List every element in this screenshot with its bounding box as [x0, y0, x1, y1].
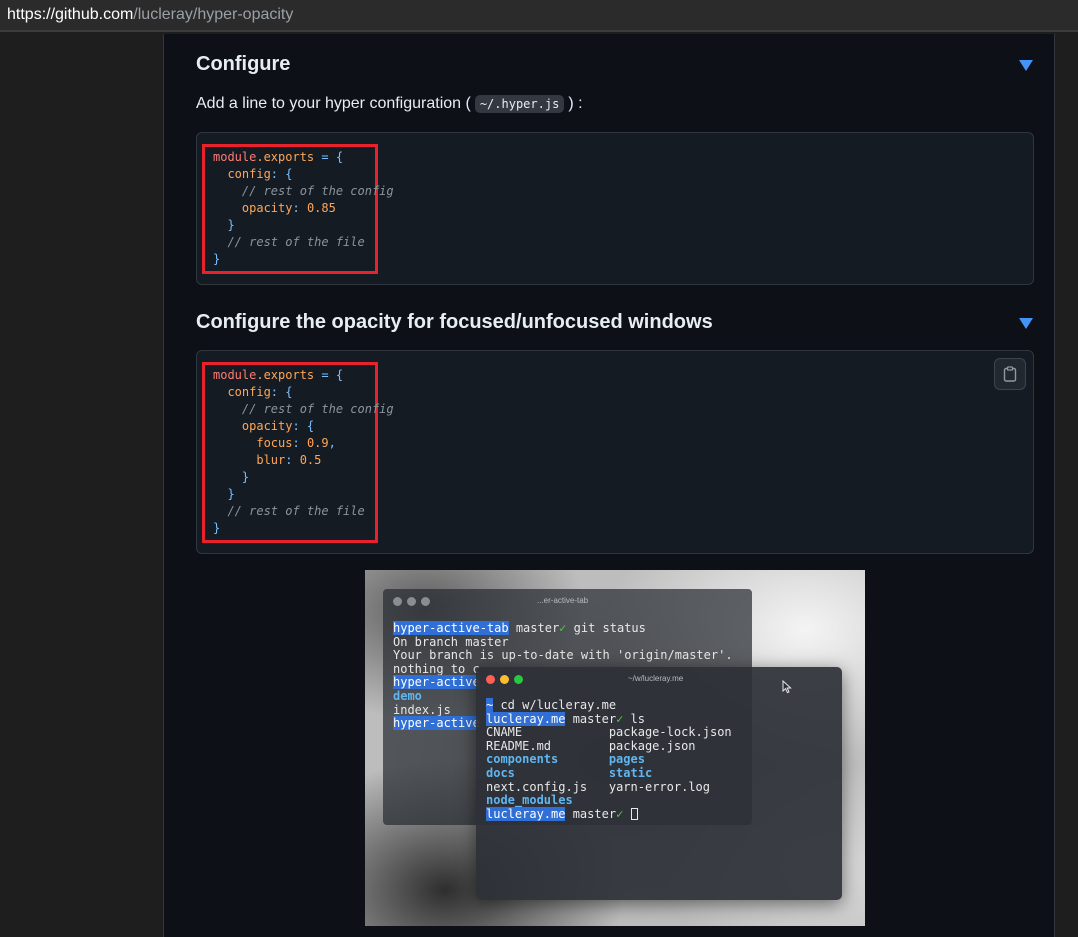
window-dot: [421, 597, 430, 606]
front-terminal-output: ~ cd w/lucleray.me lucleray.me master✓ l…: [486, 698, 732, 821]
url-path: /lucleray/hyper-opacity: [133, 6, 294, 23]
collapse-triangle-icon[interactable]: [1019, 318, 1033, 329]
code-line: }: [213, 487, 235, 501]
left-gutter: [0, 34, 164, 937]
maximize-dot-icon: [514, 675, 523, 684]
close-dot-icon: [486, 675, 495, 684]
inline-code-hyper-js: ~/.hyper.js: [474, 95, 565, 113]
window-dot: [393, 597, 402, 606]
section-heading-configure: Configure: [196, 53, 291, 75]
code-comment: // rest of the config: [213, 184, 394, 198]
code-comment: // rest of the file: [213, 504, 365, 518]
code-line: }: [213, 218, 235, 232]
paragraph-text-after: ) :: [568, 95, 583, 112]
code-comment: // rest of the file: [213, 235, 365, 249]
url-protocol: https://: [7, 6, 56, 23]
code-line: opacity: 0.85: [213, 201, 336, 215]
url-host: github.com: [55, 6, 134, 23]
code-line: }: [213, 470, 250, 484]
code-line: module.exports = {: [213, 368, 344, 382]
right-gutter: [1054, 34, 1078, 937]
url-text[interactable]: https://github.com/lucleray/hyper-opacit…: [7, 6, 293, 24]
front-terminal-title: ~/w/lucleray.me: [628, 674, 684, 683]
code-line: blur: 0.5: [213, 453, 322, 467]
code-basic: module.exports = { config: { // rest of …: [213, 149, 394, 268]
code-line: focus: 0.9,: [213, 436, 336, 450]
code-line: }: [213, 521, 221, 535]
demo-screenshot: ...er-active-tab hyper-active-tab master…: [365, 570, 865, 926]
minimize-dot-icon: [500, 675, 509, 684]
code-line: config: {: [213, 167, 293, 181]
clipboard-icon: [1003, 366, 1017, 382]
window-dot: [407, 597, 416, 606]
mouse-pointer-icon: [782, 680, 792, 694]
collapse-triangle-icon[interactable]: [1019, 60, 1033, 71]
code-focus: module.exports = { config: { // rest of …: [213, 367, 394, 537]
code-comment: // rest of the config: [213, 402, 394, 416]
back-terminal-titlebar: ...er-active-tab: [383, 589, 752, 613]
back-terminal-title: ...er-active-tab: [537, 596, 589, 605]
terminal-caret: [630, 807, 638, 820]
section-heading-focus-opacity: Configure the opacity for focused/unfocu…: [196, 311, 713, 333]
code-line: config: {: [213, 385, 293, 399]
configure-paragraph: Add a line to your hyper configuration (…: [196, 95, 583, 113]
copy-code-button[interactable]: [994, 358, 1026, 390]
code-line: opacity: {: [213, 419, 315, 433]
code-line: }: [213, 252, 221, 266]
front-terminal-window: ~/w/lucleray.me ~ cd w/lucleray.me lucle…: [476, 667, 842, 900]
front-terminal-titlebar: ~/w/lucleray.me: [476, 667, 842, 694]
paragraph-text-before: Add a line to your hyper configuration (: [196, 95, 471, 112]
address-bar[interactable]: https://github.com/lucleray/hyper-opacit…: [0, 0, 1078, 32]
code-line: module.exports = {: [213, 150, 344, 164]
